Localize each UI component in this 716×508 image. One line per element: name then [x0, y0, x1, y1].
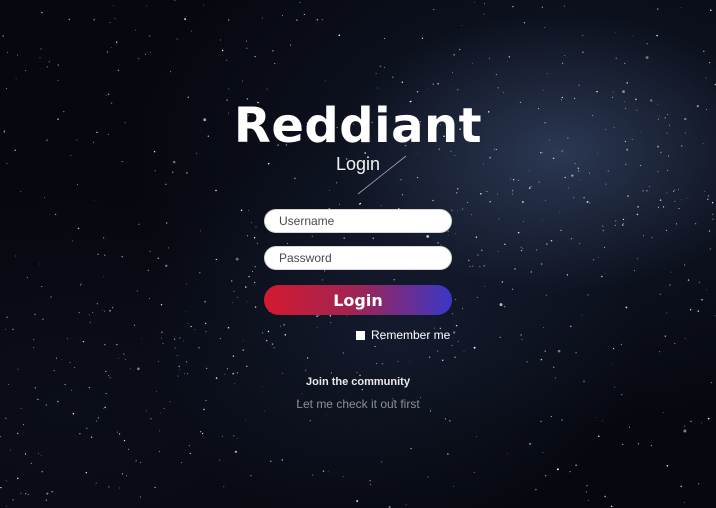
decorative-slash-line	[357, 155, 407, 195]
login-panel: Reddiant Login Login Remember me Join th…	[0, 0, 716, 508]
explore-first-link[interactable]: Let me check it out first	[296, 397, 419, 411]
login-button[interactable]: Login	[264, 285, 452, 315]
brand-title: Reddiant	[233, 98, 483, 154]
remember-me-checkbox[interactable]	[356, 330, 365, 340]
join-community-link[interactable]: Join the community	[0, 376, 716, 388]
remember-me-option[interactable]: Remember me	[356, 328, 450, 342]
explore-link-container: Let me check it out first	[0, 397, 716, 411]
password-input[interactable]	[264, 246, 452, 270]
username-input[interactable]	[264, 209, 452, 233]
remember-me-label: Remember me	[371, 328, 451, 342]
